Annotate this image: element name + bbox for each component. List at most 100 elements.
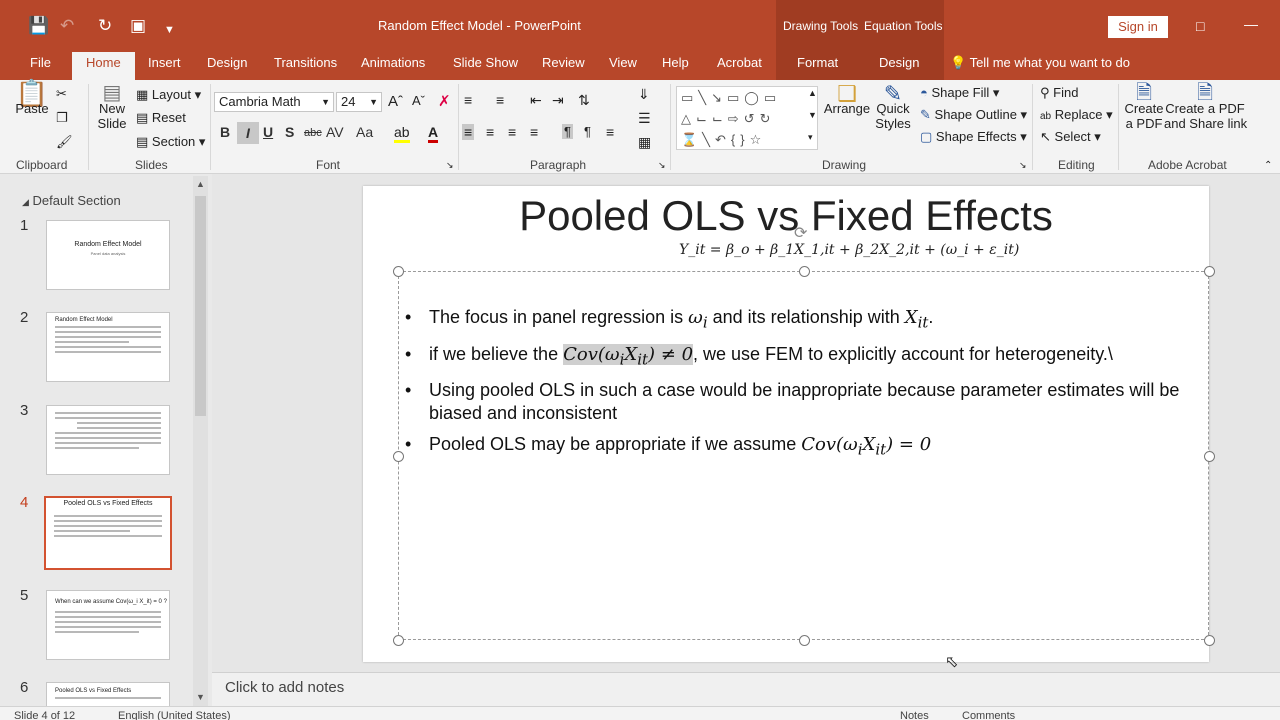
shape-effects-button[interactable]: ▢ Shape Effects ▾	[920, 129, 1027, 145]
undo-icon[interactable]: ↶	[60, 16, 74, 36]
find-button[interactable]: ⚲ Find	[1040, 85, 1078, 101]
paste-button[interactable]: 📋 Paste	[14, 80, 50, 116]
highlight-icon[interactable]: ab	[394, 124, 410, 143]
section-header[interactable]: ◢ Default Section	[22, 193, 121, 208]
font-size-select[interactable]: 24 ▼	[336, 92, 382, 112]
tab-equation-design[interactable]: Design	[858, 52, 944, 80]
align-right-icon[interactable]: ≡	[508, 124, 516, 140]
slide-thumbnail-3[interactable]	[46, 405, 170, 475]
redo-icon[interactable]: ↻	[98, 16, 112, 36]
tab-view[interactable]: View	[609, 52, 637, 80]
shape-outline-button[interactable]: ✎ Shape Outline ▾	[920, 107, 1027, 123]
smartart-icon[interactable]: ▦	[638, 134, 651, 151]
quick-styles-button[interactable]: ✎ Quick Styles	[870, 83, 916, 132]
collapse-ribbon-icon[interactable]: ⌃	[1264, 160, 1272, 171]
italic-icon[interactable]: I	[237, 122, 259, 144]
scroll-up-icon[interactable]: ▲	[808, 88, 817, 98]
present-icon[interactable]: ▣	[130, 16, 146, 36]
bullet-item[interactable]: The focus in panel regression is ωi and …	[405, 306, 1205, 335]
tab-insert[interactable]: Insert	[148, 52, 181, 80]
scroll-down-arrow-icon[interactable]: ▼	[196, 692, 205, 702]
copy-icon[interactable]: ❐	[56, 110, 68, 126]
tab-format[interactable]: Format	[776, 52, 860, 80]
minimize-icon[interactable]: —	[1244, 16, 1258, 32]
sign-in-button[interactable]: Sign in	[1108, 16, 1168, 38]
dialog-launcher-icon[interactable]: ↘	[658, 160, 666, 171]
select-button[interactable]: ↖ Select ▾	[1040, 129, 1101, 145]
justify-icon[interactable]: ≡	[530, 124, 538, 140]
tab-acrobat[interactable]: Acrobat	[717, 52, 762, 80]
align-left-icon[interactable]: ≡	[462, 124, 475, 140]
tab-review[interactable]: Review	[542, 52, 585, 80]
tab-design[interactable]: Design	[207, 52, 247, 80]
create-share-pdf-button[interactable]: 🗎 Create a PDF and Share link	[1164, 83, 1247, 131]
columns-icon[interactable]: ≡	[606, 124, 614, 140]
replace-button[interactable]: ab Replace ▾	[1040, 107, 1113, 123]
thumbnail-scrollbar[interactable]: ▲ ▼	[193, 176, 208, 706]
save-icon[interactable]: 💾	[28, 16, 49, 36]
increase-font-icon[interactable]: Aˆ	[388, 93, 403, 110]
slide-canvas[interactable]: Pooled OLS vs Fixed Effects ⟳ Y_it = β_o…	[363, 186, 1215, 662]
character-spacing-icon[interactable]: AV	[326, 124, 344, 140]
cut-icon[interactable]: ✂	[56, 86, 67, 102]
more-shapes-icon[interactable]: ▾	[808, 132, 813, 143]
bullets-icon[interactable]: ≡	[464, 92, 472, 108]
section-button[interactable]: ▤ Section ▾	[136, 134, 205, 150]
bullet-item[interactable]: Pooled OLS may be appropriate if we assu…	[405, 433, 1205, 462]
tab-file[interactable]: File	[30, 52, 51, 80]
tab-transitions[interactable]: Transitions	[274, 52, 337, 80]
shape-fill-button[interactable]: ◓ Shape Fill ▾	[920, 85, 999, 101]
underline-icon[interactable]: U	[263, 124, 273, 140]
notes-pane[interactable]: Click to add notes	[212, 672, 1280, 706]
slide-thumbnail-2[interactable]: Random Effect Model	[46, 312, 170, 382]
font-color-icon[interactable]: A	[428, 124, 439, 143]
format-painter-icon[interactable]: 🖌	[56, 134, 73, 150]
resize-handle[interactable]	[393, 451, 404, 462]
dialog-launcher-icon[interactable]: ↘	[446, 160, 454, 171]
shadow-icon[interactable]: S	[285, 124, 294, 140]
customize-quick-access-icon[interactable]: ▼	[164, 20, 175, 40]
resize-handle[interactable]	[799, 266, 810, 277]
language-indicator[interactable]: English (United States)	[118, 710, 231, 720]
clear-formatting-icon[interactable]: ✗	[438, 92, 451, 110]
rtl-icon[interactable]: ¶	[584, 124, 591, 139]
content-textbox[interactable]: The focus in panel regression is ωi and …	[393, 266, 1215, 646]
resize-handle[interactable]	[393, 635, 404, 646]
numbering-icon[interactable]: ≡	[496, 92, 504, 108]
slide-title[interactable]: Pooled OLS vs Fixed Effects	[363, 192, 1209, 240]
tab-home[interactable]: Home	[72, 52, 135, 80]
scroll-down-icon[interactable]: ▼	[808, 110, 817, 120]
equation[interactable]: Y_it = β_o + β_1X_1,it + β_2X_2,it + (ω_…	[679, 242, 1019, 258]
resize-handle[interactable]	[1204, 266, 1215, 277]
dialog-launcher-icon[interactable]: ↘	[1019, 160, 1027, 171]
notes-toggle-button[interactable]: Notes	[900, 710, 929, 720]
bold-icon[interactable]: B	[220, 124, 230, 140]
resize-handle[interactable]	[1204, 635, 1215, 646]
align-text-icon[interactable]: ☰	[638, 110, 651, 127]
tab-help[interactable]: Help	[662, 52, 689, 80]
create-pdf-button[interactable]: 🗎 Create a PDF	[1122, 83, 1166, 131]
bullet-item[interactable]: Using pooled OLS in such a case would be…	[405, 379, 1205, 425]
slide-thumbnail-5[interactable]: When can we assume Cov(ω_i X_it) = 0 ?	[46, 590, 170, 660]
scroll-up-arrow-icon[interactable]: ▲	[196, 179, 205, 189]
change-case-icon[interactable]: Aa	[356, 124, 373, 140]
text-direction-icon[interactable]: ⇓	[638, 86, 650, 103]
reset-button[interactable]: ▤ Reset	[136, 110, 186, 126]
comments-toggle-button[interactable]: Comments	[962, 710, 1015, 720]
decrease-indent-icon[interactable]: ⇤	[530, 92, 542, 109]
ribbon-display-options-icon[interactable]: □	[1196, 18, 1204, 34]
notes-placeholder[interactable]: Click to add notes	[225, 679, 344, 696]
align-center-icon[interactable]: ≡	[486, 124, 494, 140]
rotate-handle-icon[interactable]: ⟳	[794, 223, 807, 243]
tab-animations[interactable]: Animations	[361, 52, 425, 80]
increase-indent-icon[interactable]: ⇥	[552, 92, 564, 109]
line-spacing-icon[interactable]: ⇅	[578, 92, 590, 109]
layout-button[interactable]: ▦ Layout ▾	[136, 87, 201, 103]
strikethrough-icon[interactable]: abc	[304, 127, 322, 139]
slide-thumbnail-4[interactable]: Pooled OLS vs Fixed Effects	[44, 496, 172, 570]
tell-me-search[interactable]: 💡 Tell me what you want to do	[950, 52, 1130, 80]
shapes-gallery[interactable]: ▭╲↘▭◯▭ △⌙⌙⇨↺↻ ⌛╲↶{}☆	[676, 86, 818, 150]
resize-handle[interactable]	[1204, 451, 1215, 462]
resize-handle[interactable]	[799, 635, 810, 646]
arrange-button[interactable]: ❑ Arrange	[822, 83, 872, 117]
